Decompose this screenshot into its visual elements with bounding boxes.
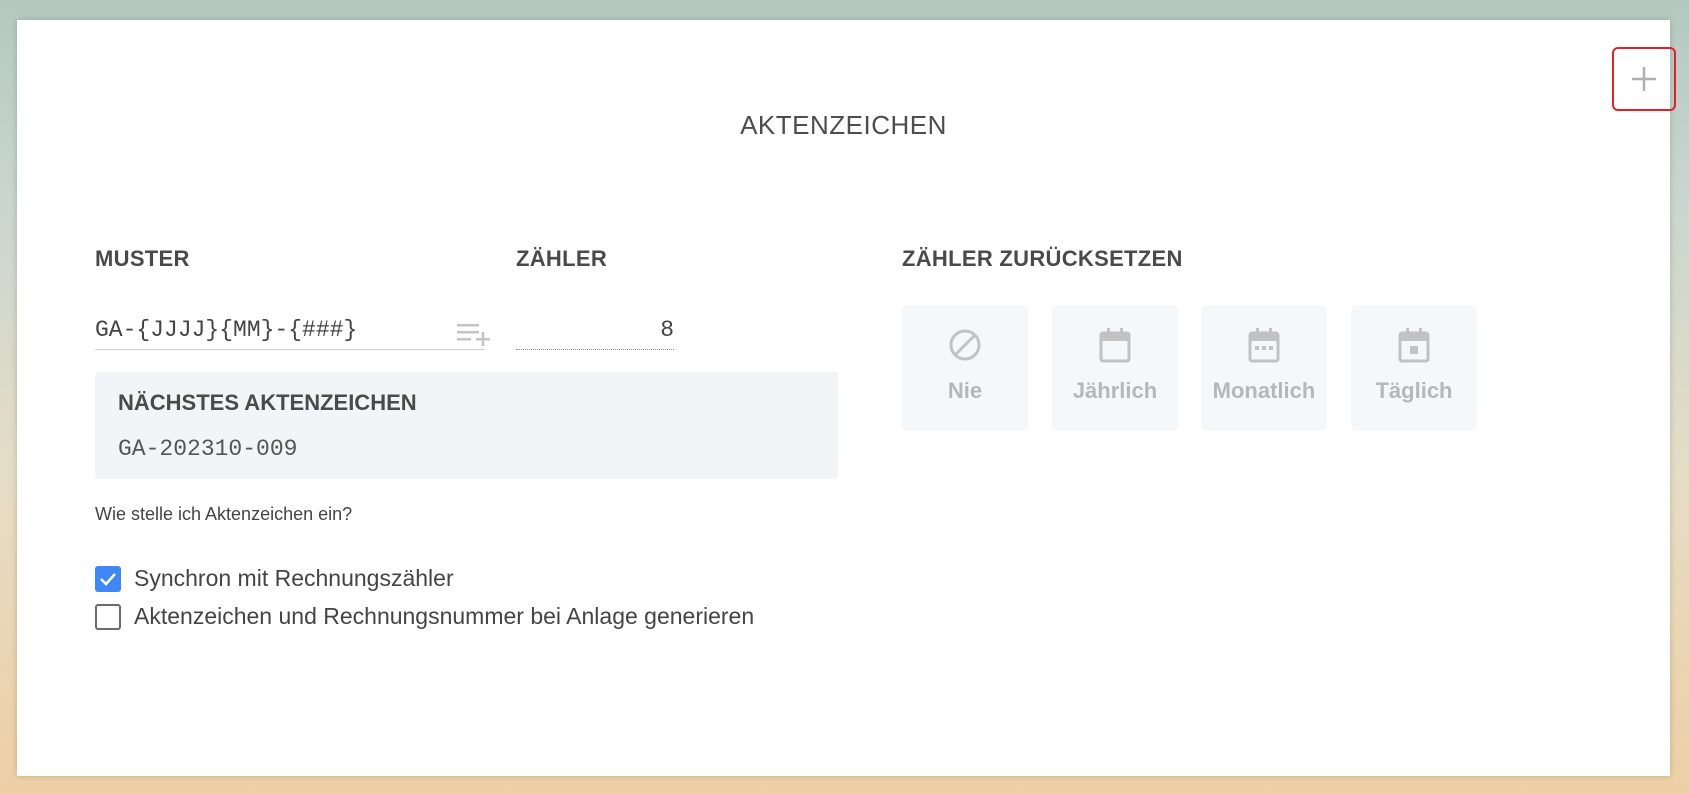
generate-on-create-checkbox[interactable] [95,603,121,630]
reset-counter-label: ZÄHLER ZURÜCKSETZEN [902,246,1183,271]
counter-input[interactable] [516,310,674,350]
add-button[interactable] [1612,47,1676,111]
pattern-label: MUSTER [95,246,190,271]
reset-option-monthly[interactable]: Monatlich [1201,305,1327,431]
sync-invoice-counter-option[interactable]: Synchron mit Rechnungszähler [95,565,454,592]
reset-option-daily[interactable]: Täglich [1351,305,1477,431]
pattern-input[interactable] [95,310,485,350]
playlist-add-icon[interactable] [457,324,491,346]
page-title: AKTENZEICHEN [740,110,947,140]
generate-on-create-option[interactable]: Aktenzeichen und Rechnungsnummer bei Anl… [95,603,754,630]
next-number-panel: NÄCHSTES AKTENZEICHEN GA-202310-009 [95,372,838,479]
next-number-value: GA-202310-009 [118,436,298,462]
generate-on-create-label: Aktenzeichen und Rechnungsnummer bei Anl… [134,603,755,629]
plus-icon [1632,67,1656,91]
calendar-day-icon [1398,328,1430,363]
help-link[interactable]: Wie stelle ich Aktenzeichen ein? [95,504,352,525]
block-icon [949,329,981,361]
settings-card: AKTENZEICHEN MUSTER ZÄHLER NÄCHSTES AKTE… [17,20,1676,776]
reset-option-never-label: Nie [947,378,983,403]
sync-invoice-counter-label: Synchron mit Rechnungszähler [134,565,454,591]
reset-option-monthly-label: Monatlich [1212,378,1316,403]
calendar-year-icon [1099,328,1131,363]
reset-option-never[interactable]: Nie [902,305,1028,431]
counter-label: ZÄHLER [516,246,608,271]
calendar-month-icon [1248,328,1280,363]
reset-option-daily-label: Täglich [1375,378,1453,403]
sync-invoice-counter-checkbox[interactable] [95,565,121,592]
reset-option-yearly[interactable]: Jährlich [1052,305,1178,431]
reset-option-yearly-label: Jährlich [1072,378,1158,403]
checkmark-icon [100,572,116,586]
next-number-label: NÄCHSTES AKTENZEICHEN [118,390,417,415]
